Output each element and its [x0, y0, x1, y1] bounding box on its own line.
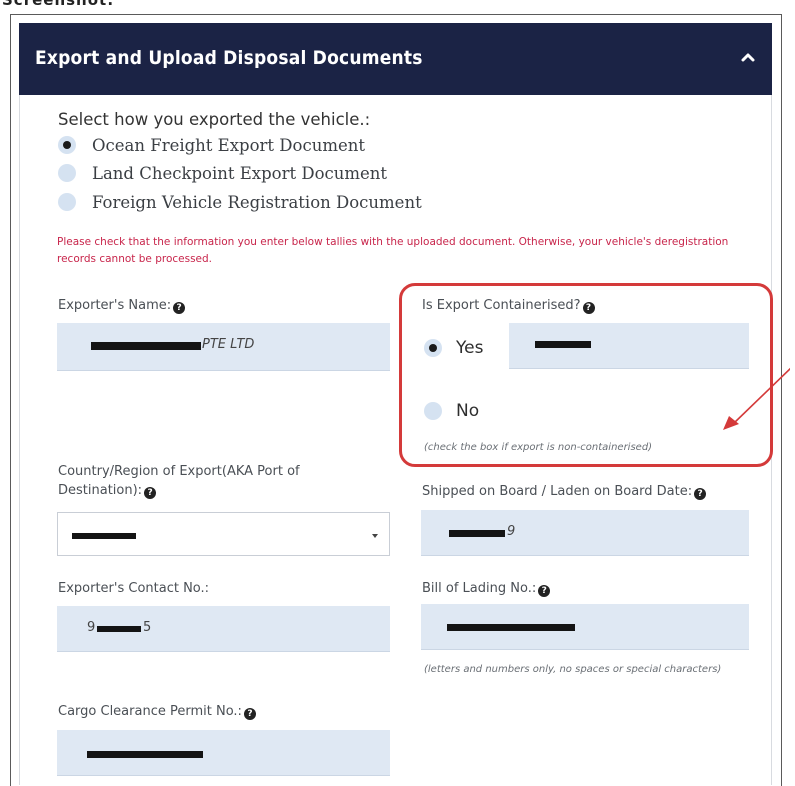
annotation-arrow-icon: [723, 365, 794, 430]
page-margin: [790, 0, 795, 785]
redacted-value: [72, 533, 136, 539]
shipped-date-value-suffix: 9: [507, 524, 516, 539]
bill-of-lading-hint: (letters and numbers only, no spaces or …: [424, 664, 722, 675]
help-icon[interactable]: ?: [173, 302, 186, 314]
warning-message: Please check that the information you en…: [57, 236, 729, 265]
ccp-input[interactable]: [57, 730, 390, 776]
radio-label: Ocean Freight Export Document: [92, 135, 365, 155]
exporter-name-label: Exporter's Name:?: [58, 298, 186, 314]
cropped-caption-text: Screenshot:: [2, 0, 115, 9]
radio-label: Foreign Vehicle Registration Document: [92, 192, 422, 212]
redacted-value: [449, 530, 505, 537]
radio-button[interactable]: [58, 164, 76, 182]
shipped-date-input[interactable]: 9: [421, 510, 749, 556]
export-method-question: Select how you exported the vehicle.:: [58, 110, 371, 129]
bill-of-lading-input[interactable]: [421, 604, 749, 650]
country-label-text: Country/Region of Export(AKA Port of Des…: [58, 464, 300, 498]
contact-value-suffix: 5: [143, 620, 152, 635]
country-label: Country/Region of Export(AKA Port of Des…: [58, 462, 368, 500]
redacted-value: [91, 342, 201, 350]
exporter-name-input[interactable]: PTE LTD: [57, 323, 390, 371]
bill-of-lading-label-text: Bill of Lading No.:: [422, 581, 537, 596]
help-icon[interactable]: ?: [243, 708, 256, 720]
contact-value-prefix: 9: [87, 620, 96, 635]
bill-of-lading-label: Bill of Lading No.:?: [422, 581, 551, 597]
shipped-date-label-text: Shipped on Board / Laden on Board Date:: [422, 484, 693, 499]
chevron-up-icon[interactable]: [738, 47, 758, 67]
redacted-value: [97, 626, 141, 632]
ccp-label-text: Cargo Clearance Permit No.:: [58, 704, 242, 719]
country-select[interactable]: [57, 512, 390, 556]
radio-button[interactable]: [58, 136, 76, 154]
cropped-caption: Screenshot:: [0, 0, 795, 12]
radio-option-land-checkpoint[interactable]: Land Checkpoint Export Document: [58, 162, 387, 184]
panel-title: Export and Upload Disposal Documents: [35, 47, 423, 69]
ccp-label: Cargo Clearance Permit No.:?: [58, 704, 256, 720]
redacted-value: [447, 624, 575, 631]
exporter-name-value-suffix: PTE LTD: [202, 337, 255, 352]
help-icon[interactable]: ?: [694, 488, 707, 500]
contact-label: Exporter's Contact No.:: [58, 581, 210, 596]
exporter-name-label-text: Exporter's Name:: [58, 298, 172, 313]
contact-input[interactable]: 9 5: [57, 606, 390, 652]
chevron-down-icon[interactable]: [372, 534, 378, 538]
radio-option-foreign-registration[interactable]: Foreign Vehicle Registration Document: [58, 191, 422, 213]
radio-option-ocean-freight[interactable]: Ocean Freight Export Document: [58, 134, 365, 156]
panel-header[interactable]: Export and Upload Disposal Documents: [19, 23, 772, 95]
radio-button[interactable]: [58, 193, 76, 211]
redacted-value: [87, 751, 203, 758]
shipped-date-label: Shipped on Board / Laden on Board Date:?: [422, 484, 707, 500]
radio-label: Land Checkpoint Export Document: [92, 163, 388, 183]
help-icon[interactable]: ?: [538, 585, 551, 597]
help-icon[interactable]: ?: [144, 487, 157, 499]
